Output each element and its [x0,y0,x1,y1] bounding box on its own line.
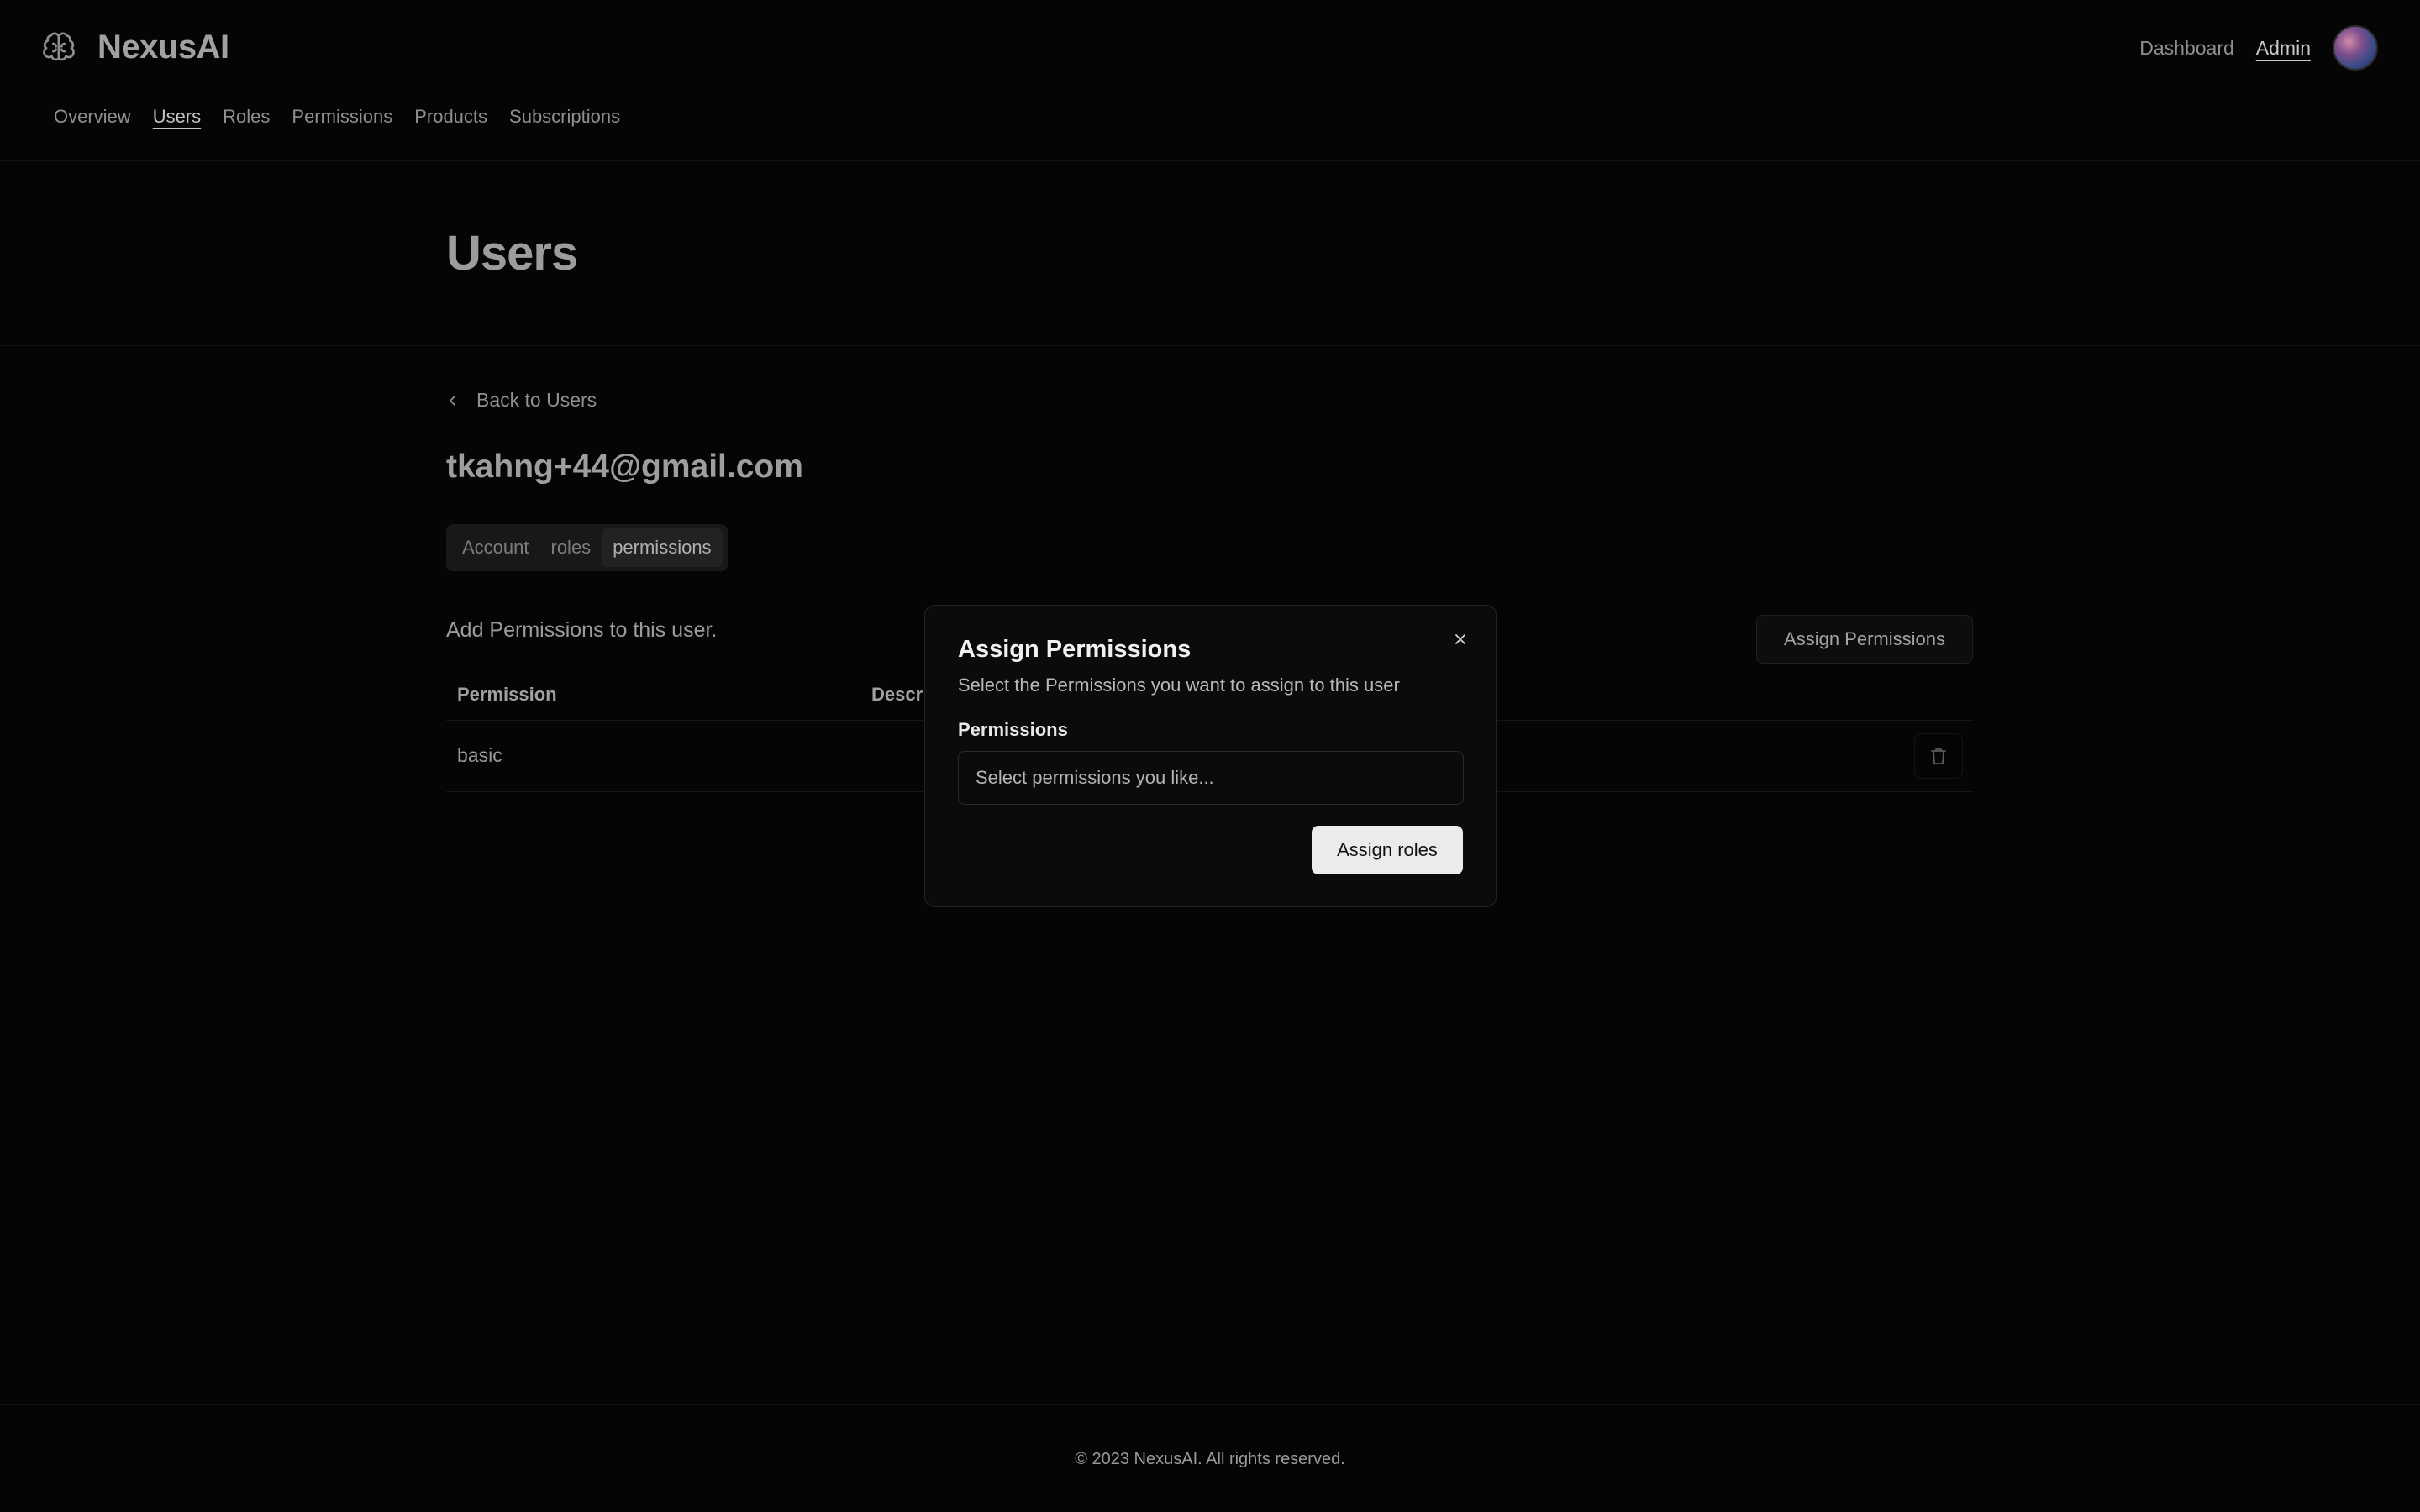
chevron-left-icon [450,395,455,406]
tab-roles[interactable]: roles [540,528,602,567]
brand-name: NexusAI [97,29,229,66]
user-avatar[interactable] [2333,25,2378,71]
close-icon [1455,634,1465,644]
back-label: Back to Users [476,389,597,411]
permissions-select-input[interactable] [958,751,1464,805]
dialog-close-button[interactable] [1449,627,1472,651]
user-tabs: Account roles permissions [446,524,728,571]
assign-permissions-dialog: Assign Permissions Select the Permission… [924,605,1497,907]
trash-icon [1931,748,1946,764]
nav-item-users[interactable]: Users [153,106,201,128]
section-description: Add Permissions to this user. [446,618,718,642]
back-to-users-link[interactable]: Back to Users [446,389,597,412]
nav-item-overview[interactable]: Overview [54,106,131,128]
permissions-field-label: Permissions [958,719,1068,740]
nav-item-permissions[interactable]: Permissions [292,106,392,128]
brand[interactable]: NexusAI [42,29,229,66]
footer-copyright: © 2023 NexusAI. All rights reserved. [1075,1450,1345,1468]
nav-item-products[interactable]: Products [414,106,487,128]
footer: © 2023 NexusAI. All rights reserved. [0,1404,2420,1512]
dashboard-link[interactable]: Dashboard [2139,37,2234,60]
assign-roles-button[interactable]: Assign roles [1312,826,1463,874]
page: NexusAI Overview Users Roles Permissions… [0,0,2420,1512]
dialog-description: Select the Permissions you want to assig… [958,675,1400,696]
column-header-description: Descr [871,684,923,705]
tab-account[interactable]: Account [451,528,540,567]
admin-subnav: Overview Users Roles Permissions Product… [54,106,620,128]
permission-cell: basic [457,744,502,766]
column-header-permission: Permission [457,684,557,705]
top-right-nav: Dashboard Admin [2139,25,2378,71]
title-band: Users [0,161,2420,346]
admin-link[interactable]: Admin [2256,37,2311,60]
nav-item-roles[interactable]: Roles [223,106,270,128]
nav-item-subscriptions[interactable]: Subscriptions [509,106,620,128]
top-header: NexusAI Overview Users Roles Permissions… [0,0,2420,161]
user-email-heading: tkahng+44@gmail.com [446,449,803,485]
brain-icon [43,31,75,60]
delete-permission-button[interactable] [1914,733,1963,779]
page-title: Users [446,226,578,281]
assign-permissions-button[interactable]: Assign Permissions [1756,615,1973,664]
tab-permissions[interactable]: permissions [602,528,723,567]
dialog-title: Assign Permissions [958,636,1192,663]
